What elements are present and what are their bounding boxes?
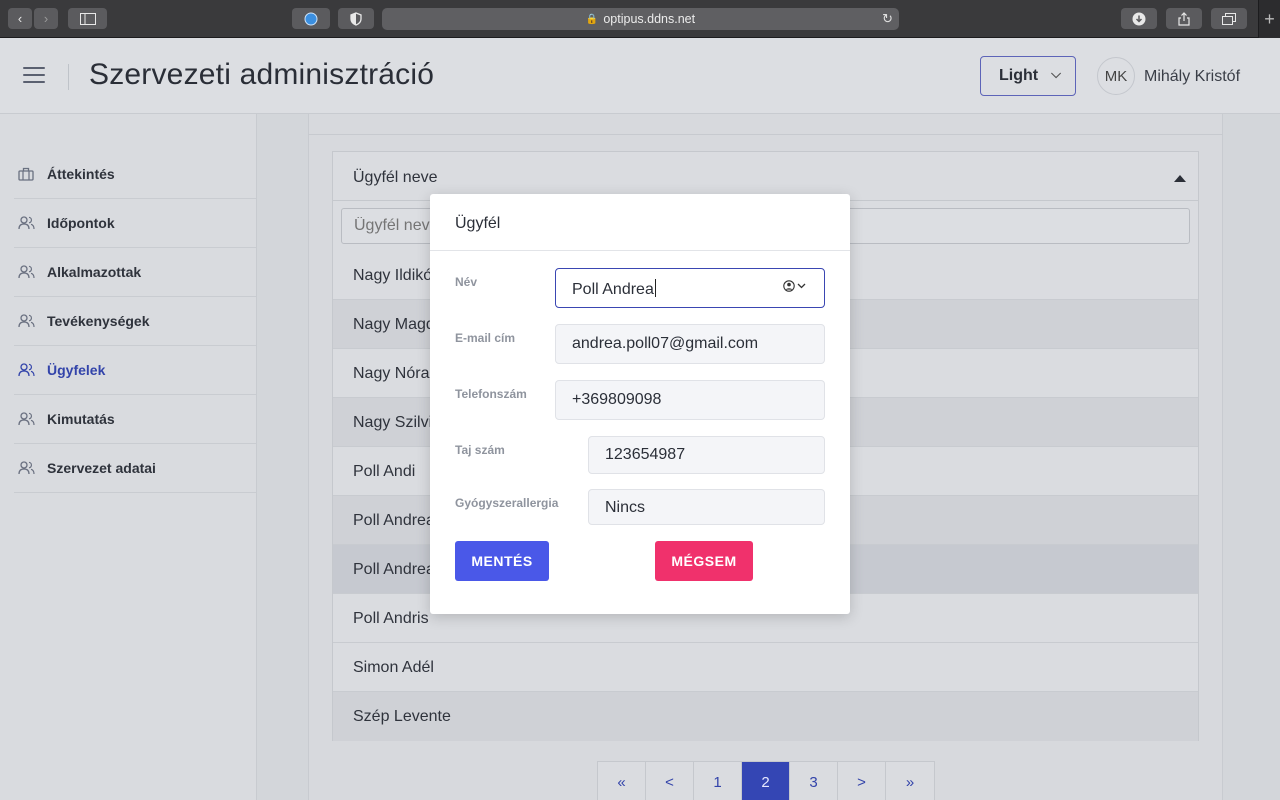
sidebar-item-tevekenysegek[interactable]: Tevékenységek	[14, 297, 256, 346]
save-button[interactable]: MENTÉS	[455, 541, 549, 581]
lock-icon: 🔒	[585, 13, 599, 25]
table-row[interactable]: Simon Adél	[333, 643, 1198, 692]
url-text: optipus.ddns.net	[603, 12, 696, 26]
page-title: Szervezeti adminisztráció	[89, 58, 435, 91]
panel-top-strip	[308, 114, 1223, 135]
browser-toolbar: ‹ › 🔒 optipus.ddns.net ↻ +	[0, 0, 1280, 38]
column-header-label: Ügyfél neve	[353, 169, 438, 186]
shield-icon	[350, 11, 362, 26]
email-field[interactable]: andrea.poll07@gmail.com	[555, 324, 825, 364]
tabs-overview-button[interactable]	[1211, 8, 1247, 29]
table-row[interactable]: Szép Levente	[333, 692, 1198, 741]
allergy-label: Gyógyszerallergia	[455, 496, 559, 510]
sidebar-icon	[79, 12, 96, 25]
page-prev-button[interactable]: <	[646, 762, 694, 800]
sidebar-item-label: Áttekintés	[47, 166, 115, 182]
page-3-button[interactable]: 3	[790, 762, 838, 800]
forward-button[interactable]: ›	[34, 8, 58, 29]
client-modal: Ügyfél Név Poll Andrea E-mail cím andrea…	[430, 194, 850, 614]
allergy-field[interactable]: Nincs	[588, 489, 825, 525]
new-tab-button[interactable]: +	[1258, 0, 1280, 38]
name-label: Név	[455, 275, 478, 289]
sidebar-item-alkalmazottak[interactable]: Alkalmazottak	[14, 248, 256, 297]
sort-ascending-icon[interactable]	[1174, 175, 1186, 182]
email-label: E-mail cím	[455, 331, 516, 345]
sidebar-item-label: Tevékenységek	[47, 313, 150, 329]
avatar-initials: MK	[1104, 67, 1128, 85]
briefcase-icon	[17, 165, 35, 183]
back-button[interactable]: ‹	[8, 8, 32, 29]
sidebar-item-label: Kimutatás	[47, 411, 115, 427]
users-icon	[17, 312, 35, 330]
name-field[interactable]: Poll Andrea	[555, 268, 825, 308]
share-button[interactable]	[1166, 8, 1202, 29]
reload-icon[interactable]: ↻	[882, 11, 893, 27]
sidebar-item-attekintes[interactable]: Áttekintés	[14, 150, 256, 199]
users-icon	[17, 459, 35, 477]
modal-title: Ügyfél	[455, 215, 501, 232]
plus-icon: +	[1264, 8, 1275, 29]
page-first-button[interactable]: «	[598, 762, 646, 800]
users-icon	[17, 214, 35, 232]
menu-icon[interactable]	[23, 67, 45, 83]
header-divider	[68, 64, 69, 90]
sidebar-item-szervezet-adatai[interactable]: Szervezet adatai	[14, 444, 256, 493]
cancel-button[interactable]: MÉGSEM	[655, 541, 753, 581]
users-icon	[17, 410, 35, 428]
pagination: « < 1 2 3 > »	[597, 761, 935, 800]
avatar[interactable]: MK	[1097, 57, 1135, 95]
page-last-button[interactable]: »	[886, 762, 934, 800]
user-name[interactable]: Mihály Kristóf	[1144, 68, 1240, 86]
sidebar-item-kimutatas[interactable]: Kimutatás	[14, 395, 256, 444]
page-1-button[interactable]: 1	[694, 762, 742, 800]
chevron-right-icon: ›	[43, 11, 49, 26]
sidebar-item-idopontok[interactable]: Időpontok	[14, 199, 256, 248]
taj-field[interactable]: 123654987	[588, 436, 825, 474]
phone-label: Telefonszám	[455, 387, 527, 401]
app-header: Szervezeti adminisztráció Light ⌵ MK Mih…	[0, 38, 1280, 114]
address-bar[interactable]: 🔒 optipus.ddns.net ↻	[382, 8, 899, 30]
extension-button[interactable]	[292, 8, 330, 29]
page-next-button[interactable]: >	[838, 762, 886, 800]
downloads-button[interactable]	[1121, 8, 1157, 29]
contact-autofill-icon[interactable]	[783, 280, 806, 292]
download-icon	[1132, 12, 1146, 25]
sidebar-toggle-button[interactable]	[68, 8, 107, 29]
text-caret	[654, 279, 656, 297]
sidebar-item-label: Ügyfelek	[47, 362, 106, 378]
share-icon	[1178, 11, 1190, 26]
chevron-down-icon: ⌵	[1051, 66, 1061, 81]
sidebar: Áttekintés Időpontok Alkalmazottak Tevék…	[0, 114, 257, 800]
sidebar-item-label: Alkalmazottak	[47, 264, 142, 280]
theme-select[interactable]: Light ⌵	[980, 56, 1076, 96]
sidebar-item-label: Szervezet adatai	[47, 460, 156, 476]
name-field-value: Poll Andrea	[572, 281, 654, 298]
compass-icon	[304, 12, 318, 25]
users-icon	[17, 361, 35, 379]
chevron-left-icon: ‹	[17, 11, 23, 26]
sidebar-item-ugyfelek[interactable]: Ügyfelek	[14, 346, 256, 395]
sidebar-item-label: Időpontok	[47, 215, 115, 231]
tabs-icon	[1222, 12, 1236, 25]
modal-divider	[430, 250, 850, 251]
phone-field[interactable]: +369809098	[555, 380, 825, 420]
users-icon	[17, 263, 35, 281]
theme-select-value: Light	[999, 67, 1039, 84]
privacy-button[interactable]	[338, 8, 374, 29]
page-2-button[interactable]: 2	[742, 762, 790, 800]
taj-label: Taj szám	[455, 443, 505, 457]
